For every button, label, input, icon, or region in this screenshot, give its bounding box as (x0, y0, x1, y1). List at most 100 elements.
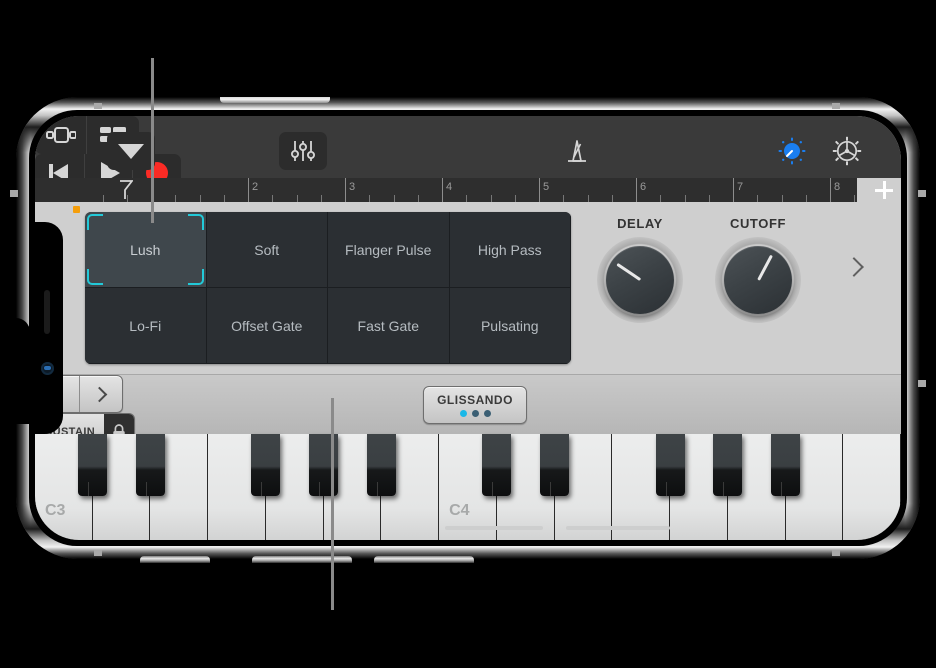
black-key[interactable] (771, 434, 801, 496)
octave-label: C3 (45, 502, 66, 519)
device-power-button[interactable] (140, 556, 210, 563)
patch-label: Pulsating (480, 317, 539, 334)
patch-cell[interactable]: Pulsating (449, 288, 571, 364)
ruler-minor-tick (417, 195, 419, 202)
patch-label: Lush (130, 241, 161, 258)
device-volume-down-button[interactable] (374, 556, 474, 563)
ruler-measure-number: 8 (834, 181, 841, 193)
black-key[interactable] (78, 434, 108, 496)
ruler-minor-tick (126, 195, 128, 202)
black-key[interactable] (655, 434, 685, 496)
black-key[interactable] (366, 434, 396, 496)
delay-knob-label: DELAY (617, 216, 663, 231)
notch-keyboard-mask (0, 318, 30, 424)
delay-knob-group: DELAY (580, 216, 700, 323)
earpiece-speaker (44, 290, 50, 334)
mixer-button[interactable] (279, 132, 327, 170)
patch-label: Fast Gate (357, 317, 419, 334)
device-volume-up-button[interactable] (252, 556, 352, 563)
ruler-minor-tick (199, 195, 201, 202)
patch-label: Flanger Pulse (345, 241, 432, 258)
metronome-button[interactable] (553, 132, 601, 170)
black-key[interactable] (135, 434, 165, 496)
ruler-minor-tick (563, 195, 565, 202)
glissando-dot (471, 410, 479, 417)
track-controls-button[interactable] (770, 132, 814, 170)
navigation-down-arrow-button[interactable] (107, 132, 155, 170)
frame-tick-5 (918, 190, 926, 197)
black-key[interactable] (251, 434, 281, 496)
glissando-label: GLISSANDO (437, 393, 513, 407)
delay-knob-indicator (616, 263, 641, 282)
frame-tick-6 (918, 380, 926, 387)
patch-cell[interactable]: Offset Gate (206, 288, 328, 364)
device-notch (35, 222, 63, 434)
keyboard-control-strip: SUSTAIN GLISSANDO (35, 374, 901, 527)
patch-cell[interactable]: Flanger Pulse (328, 212, 450, 288)
app-toolbar (35, 116, 901, 192)
selection-bracket (87, 269, 103, 285)
mixer-faders-icon (291, 141, 315, 161)
patch-grid: Lush Soft Flanger Pulse High Pass Lo-Fi Offse… (85, 212, 571, 364)
ruler-minor-tick (611, 195, 613, 202)
glissando-button[interactable]: GLISSANDO (423, 386, 527, 424)
screenshot-stage: 2 3 4 5 6 7 8 Lush Soft Flanger Pulse High Pass Lo… (0, 0, 936, 668)
patch-label: Offset Gate (231, 317, 303, 334)
instrument-controls-panel: Lush Soft Flanger Pulse High Pass Lo-Fi Offse… (35, 202, 901, 374)
controls-knob-icon (778, 137, 806, 165)
glissando-dot (459, 410, 467, 417)
ruler-minor-tick (223, 195, 225, 202)
white-key[interactable] (843, 434, 901, 540)
ruler-minor-tick (320, 195, 322, 202)
ruler-minor-tick (272, 195, 274, 202)
ruler-minor-tick (660, 195, 662, 202)
delay-knob[interactable] (606, 246, 674, 314)
patch-cell[interactable]: Lo-Fi (85, 288, 207, 364)
ruler-measure-mark (733, 178, 734, 202)
frame-tick-7 (94, 550, 102, 556)
timeline-ruler[interactable]: 2 3 4 5 6 7 8 (35, 178, 901, 202)
piano-keyboard[interactable]: C3 C4 (35, 434, 901, 540)
device-speaker-grille (220, 97, 330, 103)
next-controls-button[interactable] (841, 254, 867, 280)
ruler-measure-number: 7 (737, 181, 744, 193)
ruler-minor-tick (854, 195, 856, 202)
delay-knob-ring (597, 237, 683, 323)
octave-label: C4 (449, 502, 470, 519)
ruler-measure-number: 5 (543, 181, 550, 193)
cutoff-knob-ring (715, 237, 801, 323)
track-view-button[interactable] (35, 116, 87, 154)
chevron-down-icon (118, 143, 144, 159)
black-key[interactable] (540, 434, 570, 496)
ruler-measure-mark (830, 178, 831, 202)
black-key[interactable] (482, 434, 512, 496)
ruler-measure-number: 6 (640, 181, 647, 193)
record-enabled-indicator (73, 206, 80, 213)
cutoff-knob[interactable] (724, 246, 792, 314)
ruler-minor-tick (369, 195, 371, 202)
selection-bracket (87, 214, 103, 230)
settings-button[interactable] (824, 132, 870, 170)
selection-bracket (187, 214, 204, 230)
frame-tick-8 (832, 550, 840, 556)
ruler-minor-tick (587, 195, 589, 202)
frame-tick-2 (832, 103, 840, 109)
add-section-icon[interactable] (875, 181, 893, 199)
selection-bracket (187, 269, 204, 285)
track-view-icon (45, 127, 76, 143)
glissando-mode-dots (459, 410, 491, 417)
ruler-minor-tick (781, 195, 783, 202)
ruler-measure-mark (442, 178, 443, 202)
patch-cell[interactable]: Fast Gate (328, 288, 450, 364)
ruler-minor-tick (684, 195, 686, 202)
settings-gear-icon (832, 136, 862, 166)
black-key[interactable] (713, 434, 743, 496)
patch-cell[interactable]: High Pass (449, 212, 571, 288)
patch-label: High Pass (477, 241, 542, 258)
ruler-measure-number: 2 (252, 181, 259, 193)
patch-cell[interactable]: Lush (85, 212, 207, 288)
patch-cell[interactable]: Soft (206, 212, 328, 288)
octave-up-button[interactable] (78, 376, 123, 412)
ruler-minor-tick (805, 195, 807, 202)
ruler-measure-number: 4 (446, 181, 453, 193)
